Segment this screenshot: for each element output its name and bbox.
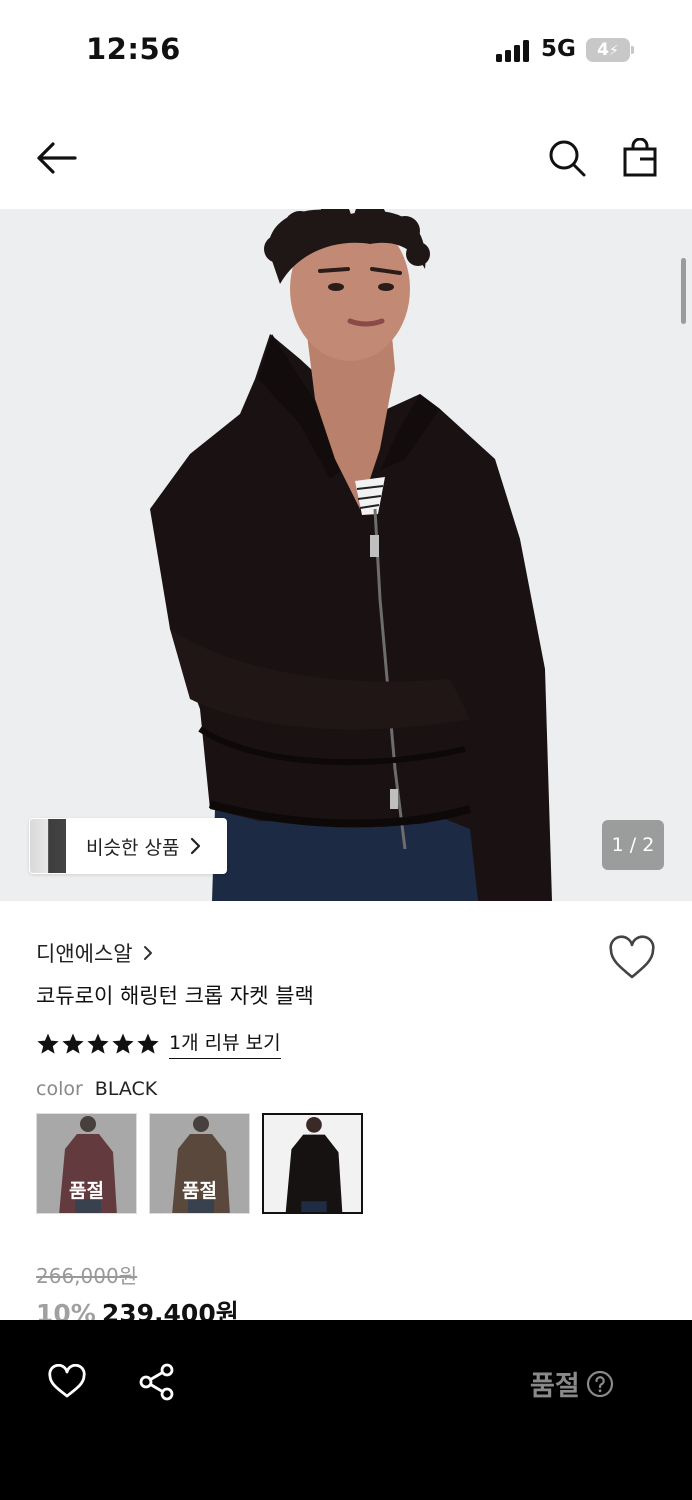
like-button[interactable]: [43, 1358, 91, 1406]
swatch-thumbnail: [264, 1115, 361, 1212]
similar-products-button[interactable]: 비슷한 상품: [29, 818, 227, 874]
brand-name: 디앤에스알: [36, 942, 133, 966]
soldout-label: 품절: [69, 1180, 104, 1202]
top-nav: [0, 110, 692, 205]
image-counter: 1 / 2: [602, 820, 664, 870]
similar-products-thumbnail: [30, 819, 66, 873]
soldout-label: 품절: [182, 1180, 217, 1202]
brand-link[interactable]: 디앤에스알: [36, 938, 153, 968]
battery-level: 4: [597, 40, 609, 60]
star-icon: [37, 1033, 59, 1054]
back-button[interactable]: [32, 134, 80, 182]
product-page: 12:56 5G 4⚡ 비슷한 상품 1 / 2 디앤에스알 코듀로이 해링턴 …: [0, 0, 692, 1500]
share-icon: [139, 1363, 174, 1401]
heart-icon: [48, 1364, 86, 1398]
rating-row: 1개 리뷰 보기: [36, 1028, 281, 1059]
soldout-status[interactable]: 품절: [530, 1364, 614, 1403]
bottom-action-bar: 품절: [0, 1320, 692, 1500]
question-circle-icon[interactable]: [586, 1370, 614, 1398]
star-rating: [36, 1032, 161, 1056]
bag-button[interactable]: [616, 134, 664, 182]
model-photo: [0, 209, 692, 901]
color-value: BLACK: [94, 1078, 158, 1100]
chevron-right-icon: [143, 946, 152, 960]
original-price: 266,000원: [36, 1264, 138, 1288]
search-icon: [549, 140, 586, 177]
star-icon: [112, 1033, 134, 1054]
shopping-bag-icon: [623, 138, 657, 177]
star-icon: [87, 1033, 109, 1054]
search-button[interactable]: [543, 134, 591, 182]
status-bar: 12:56 5G 4⚡: [0, 0, 692, 100]
status-time: 12:56: [86, 32, 181, 66]
swatch-black[interactable]: [262, 1113, 363, 1214]
product-name: 코듀로이 해링턴 크롭 자켓 블랙: [36, 984, 314, 1008]
product-image[interactable]: [0, 209, 692, 901]
star-icon: [137, 1033, 159, 1054]
color-key: color: [36, 1078, 83, 1100]
soldout-status-label: 품절: [530, 1371, 580, 1402]
color-row: color BLACK: [36, 1078, 157, 1100]
battery-tip: [631, 46, 634, 54]
signal-icon: [496, 40, 532, 62]
similar-products-label: 비슷한 상품: [86, 836, 180, 859]
heart-outline-icon: [609, 935, 655, 979]
color-swatches: 품절 품절: [36, 1113, 375, 1214]
review-link[interactable]: 1개 리뷰 보기: [169, 1028, 281, 1059]
arrow-left-icon: [37, 142, 77, 174]
battery-icon: 4⚡: [586, 38, 630, 62]
swatch-brown[interactable]: 품절: [149, 1113, 250, 1214]
network-label: 5G: [541, 36, 576, 62]
star-icon: [62, 1033, 84, 1054]
share-button[interactable]: [133, 1358, 181, 1406]
wishlist-button[interactable]: [606, 934, 658, 982]
chevron-right-icon: [191, 837, 201, 855]
swatch-burgundy[interactable]: 품절: [36, 1113, 137, 1214]
scroll-indicator[interactable]: [681, 258, 686, 324]
